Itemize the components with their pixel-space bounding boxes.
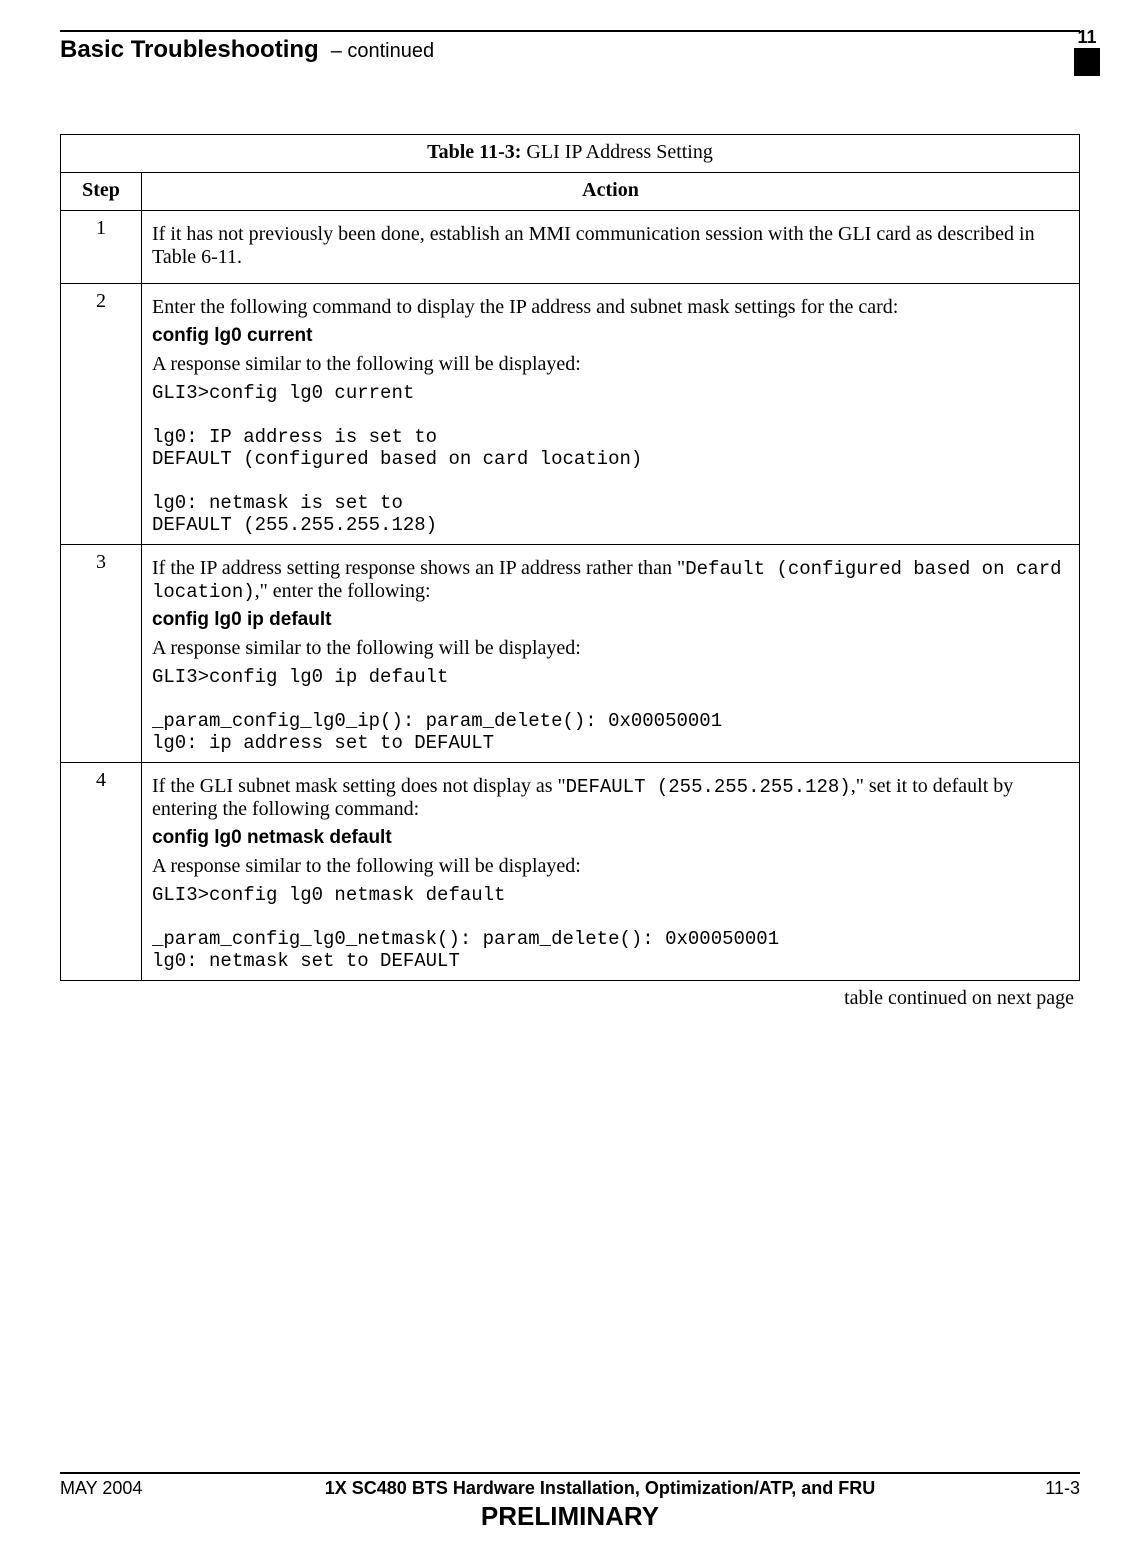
step-action: If it has not previously been done, esta… bbox=[142, 211, 1080, 284]
step-number: 2 bbox=[61, 284, 142, 545]
step-action: If the IP address setting response shows… bbox=[142, 545, 1080, 763]
content: Table 11-3: GLI IP Address Setting Step … bbox=[60, 134, 1080, 1010]
table-header-action: Action bbox=[142, 173, 1080, 211]
chapter-block-icon bbox=[1074, 48, 1100, 76]
step-output: GLI3>config lg0 ip default _param_config… bbox=[152, 666, 1069, 754]
footer-title: 1X SC480 BTS Hardware Installation, Opti… bbox=[200, 1478, 1000, 1499]
footer-row: MAY 2004 1X SC480 BTS Hardware Installat… bbox=[60, 1478, 1080, 1499]
table-header-step: Step bbox=[61, 173, 142, 211]
step-text: If it has not previously been done, esta… bbox=[152, 223, 1069, 269]
table-row: 4 If the GLI subnet mask setting does no… bbox=[61, 763, 1080, 981]
step-command: config lg0 ip default bbox=[152, 609, 1069, 631]
table-gli-ip: Table 11-3: GLI IP Address Setting Step … bbox=[60, 134, 1080, 981]
step-text-a: If the GLI subnet mask setting does not … bbox=[152, 775, 566, 797]
footer-rule bbox=[60, 1472, 1080, 1474]
step-text-b: ," enter the following: bbox=[255, 580, 431, 602]
inline-code: DEFAULT (255.255.255.128) bbox=[566, 776, 851, 798]
step-action: Enter the following command to display t… bbox=[142, 284, 1080, 545]
step-action: If the GLI subnet mask setting does not … bbox=[142, 763, 1080, 981]
footer-page: 11-3 bbox=[1000, 1478, 1080, 1499]
step-text: A response similar to the following will… bbox=[152, 637, 1069, 660]
table-row: 1 If it has not previously been done, es… bbox=[61, 211, 1080, 284]
header: Basic Troubleshooting – continued bbox=[60, 32, 1080, 64]
footer-date: MAY 2004 bbox=[60, 1478, 200, 1499]
page-container: Basic Troubleshooting – continued 11 Tab… bbox=[0, 0, 1140, 1010]
chapter-tab: 11 bbox=[1074, 28, 1100, 76]
page-title: Basic Troubleshooting bbox=[60, 36, 319, 64]
step-output: GLI3>config lg0 current lg0: IP address … bbox=[152, 382, 1069, 536]
step-number: 1 bbox=[61, 211, 142, 284]
table-caption-label: Table 11-3: bbox=[427, 141, 521, 163]
table-row: 3 If the IP address setting response sho… bbox=[61, 545, 1080, 763]
step-text: If the IP address setting response shows… bbox=[152, 557, 1069, 603]
header-left: Basic Troubleshooting – continued bbox=[60, 36, 434, 64]
footer: MAY 2004 1X SC480 BTS Hardware Installat… bbox=[60, 1472, 1080, 1532]
table-caption-text: GLI IP Address Setting bbox=[521, 141, 712, 163]
step-text: If the GLI subnet mask setting does not … bbox=[152, 775, 1069, 821]
table-caption: Table 11-3: GLI IP Address Setting bbox=[61, 135, 1080, 173]
page-continued: – continued bbox=[331, 40, 434, 63]
step-text: A response similar to the following will… bbox=[152, 353, 1069, 376]
table-row: 2 Enter the following command to display… bbox=[61, 284, 1080, 545]
step-text: Enter the following command to display t… bbox=[152, 296, 1069, 319]
footer-preliminary: PRELIMINARY bbox=[60, 1501, 1080, 1532]
step-number: 4 bbox=[61, 763, 142, 981]
step-command: config lg0 netmask default bbox=[152, 827, 1069, 849]
step-text-a: If the IP address setting response shows… bbox=[152, 557, 685, 579]
step-command: config lg0 current bbox=[152, 325, 1069, 347]
chapter-number: 11 bbox=[1074, 28, 1100, 46]
step-output: GLI3>config lg0 netmask default _param_c… bbox=[152, 884, 1069, 972]
table-continuation-note: table continued on next page bbox=[60, 987, 1080, 1010]
step-number: 3 bbox=[61, 545, 142, 763]
step-text: A response similar to the following will… bbox=[152, 855, 1069, 878]
